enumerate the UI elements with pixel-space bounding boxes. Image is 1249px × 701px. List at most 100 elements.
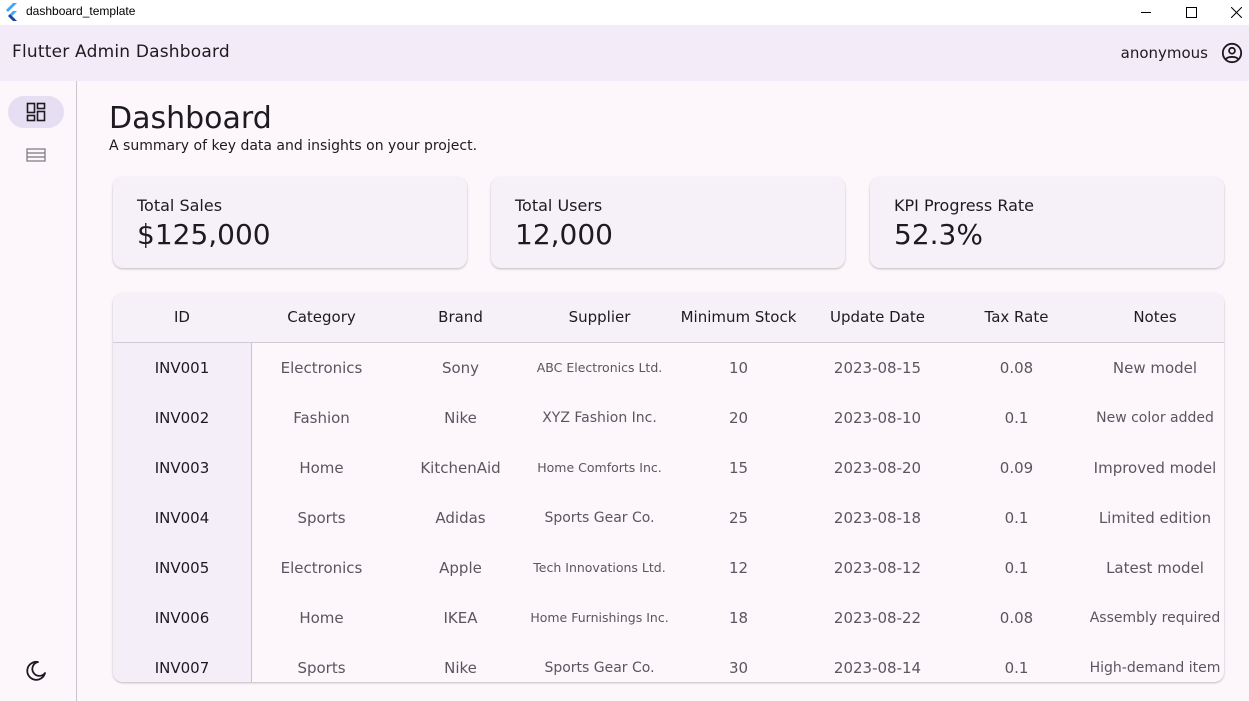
cell-notes: New model [1112,359,1198,377]
navigation-rail [0,81,77,701]
cell-category: Electronics [280,359,363,377]
cell-brand: IKEA [443,609,478,627]
cell-id: INV006 [154,609,210,627]
app-title: Flutter Admin Dashboard [12,42,230,62]
cell-tax-rate: 0.08 [999,359,1034,377]
page-title: Dashboard [109,101,272,136]
cell-brand: Adidas [435,509,486,527]
cell-notes: New color added [1096,410,1214,426]
cell-notes: High-demand item [1089,660,1221,676]
cell-id: INV001 [154,359,210,377]
page-subtitle: A summary of key data and insights on yo… [109,138,478,154]
table-row[interactable]: INV003 Home KitchenAid Home Comforts Inc… [113,443,1224,493]
cell-brand: Sony [441,359,480,377]
cell-category: Home [299,609,344,627]
cell-supplier: Sports Gear Co. [544,660,655,676]
cell-update-date: 2023-08-10 [833,409,922,427]
cell-update-date: 2023-08-14 [833,659,922,677]
main-content: Dashboard A summary of key data and insi… [77,81,1249,701]
cell-brand: Nike [444,409,477,427]
cell-update-date: 2023-08-22 [833,609,922,627]
cell-tax-rate: 0.1 [1004,659,1029,677]
close-icon [1230,7,1242,18]
flutter-logo-icon [6,3,17,21]
card-label: KPI Progress Rate [894,196,1034,215]
column-header-supplier[interactable]: Supplier [530,293,669,342]
column-header-id[interactable]: ID [113,293,251,342]
dark-mode-moon-icon[interactable] [24,659,48,683]
card-kpi-progress-rate: KPI Progress Rate 52.3% [870,177,1224,268]
table-row[interactable]: INV001 Electronics Sony ABC Electronics … [113,343,1224,393]
cell-id: INV003 [154,459,210,477]
cell-brand: Apple [439,559,482,577]
cell-supplier: XYZ Fashion Inc. [542,410,657,426]
cell-tax-rate: 0.1 [1004,559,1029,577]
table-row[interactable]: INV005 Electronics Apple Tech Innovation… [113,543,1224,593]
column-header-tax-rate[interactable]: Tax Rate [947,293,1086,342]
cell-notes: Latest model [1106,559,1204,577]
cell-id: INV007 [154,659,210,677]
column-header-minimum-stock[interactable]: Minimum Stock [669,293,808,342]
cell-supplier: Sports Gear Co. [544,510,655,526]
cell-supplier: Tech Innovations Ltd. [533,560,666,575]
table-row[interactable]: INV007 Sports Nike Sports Gear Co. 30 20… [113,643,1224,682]
cell-update-date: 2023-08-15 [833,359,922,377]
column-header-update-date[interactable]: Update Date [808,293,947,342]
cell-id: INV002 [154,409,210,427]
card-value: 12,000 [515,218,613,251]
minimize-button[interactable] [1123,0,1169,25]
cell-minimum-stock: 18 [728,609,749,627]
cell-tax-rate: 0.1 [1004,509,1029,527]
card-total-sales: Total Sales $125,000 [113,177,467,268]
maximize-button[interactable] [1168,0,1214,25]
table-row[interactable]: INV004 Sports Adidas Sports Gear Co. 25 … [113,493,1224,543]
user-name[interactable]: anonymous [1121,44,1208,62]
table-row[interactable]: INV002 Fashion Nike XYZ Fashion Inc. 20 … [113,393,1224,443]
window-title: dashboard_template [26,4,136,18]
column-header-brand[interactable]: Brand [391,293,530,342]
cell-update-date: 2023-08-18 [833,509,922,527]
nav-item-table[interactable] [8,139,64,171]
close-button[interactable] [1213,0,1249,25]
cell-notes: Improved model [1093,459,1217,477]
cell-supplier: ABC Electronics Ltd. [536,360,663,375]
cell-tax-rate: 0.09 [999,459,1034,477]
cell-supplier: Home Furnishings Inc. [530,610,669,625]
cell-supplier: Home Comforts Inc. [537,460,662,475]
inventory-table: ID Category Brand Supplier Minimum Stock… [113,293,1224,682]
account-circle-icon[interactable] [1221,42,1243,64]
column-header-notes[interactable]: Notes [1086,293,1224,342]
cell-category: Sports [297,659,346,677]
table-row[interactable]: INV006 Home IKEA Home Furnishings Inc. 1… [113,593,1224,643]
cell-update-date: 2023-08-20 [833,459,922,477]
column-header-category[interactable]: Category [252,293,391,342]
cell-update-date: 2023-08-12 [833,559,922,577]
window-titlebar: dashboard_template [0,0,1249,25]
minimize-icon [1140,12,1151,13]
card-value: $125,000 [137,218,271,251]
cell-category: Fashion [293,409,350,427]
cell-minimum-stock: 10 [728,359,749,377]
card-label: Total Sales [137,196,223,215]
cell-tax-rate: 0.08 [999,609,1034,627]
cell-notes: Limited edition [1098,509,1212,527]
cell-minimum-stock: 20 [728,409,749,427]
maximize-icon [1185,7,1197,18]
cell-id: INV004 [154,509,210,527]
cell-minimum-stock: 12 [728,559,749,577]
cell-minimum-stock: 25 [728,509,749,527]
cell-minimum-stock: 30 [728,659,749,677]
card-label: Total Users [515,196,603,215]
cell-tax-rate: 0.1 [1004,409,1029,427]
cell-category: Sports [297,509,346,527]
cell-category: Electronics [280,559,363,577]
app-bar: Flutter Admin Dashboard anonymous [0,25,1249,81]
cell-minimum-stock: 15 [728,459,749,477]
cell-brand: Nike [444,659,477,677]
card-value: 52.3% [894,218,983,251]
card-total-users: Total Users 12,000 [491,177,845,268]
cell-notes: Assembly required [1089,610,1221,626]
dashboard-icon [26,102,46,122]
cell-brand: KitchenAid [420,459,501,477]
nav-item-dashboard[interactable] [8,96,64,128]
